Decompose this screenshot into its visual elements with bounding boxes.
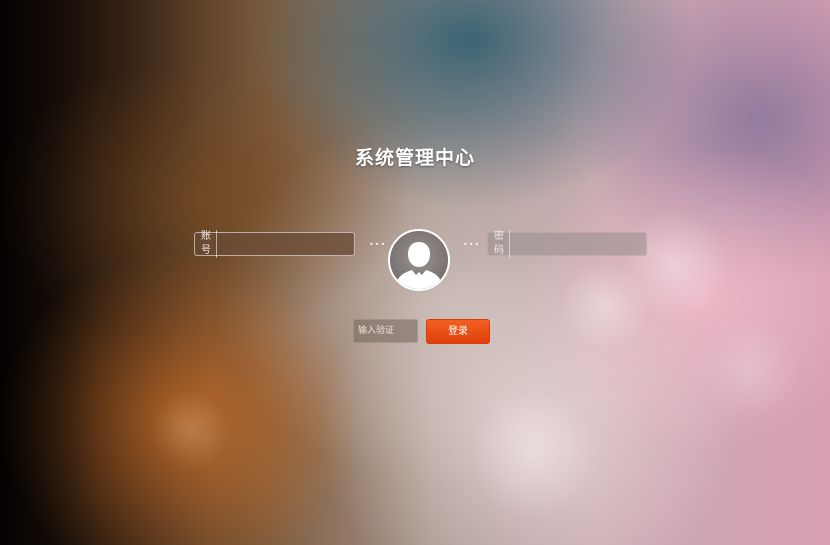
password-field[interactable]: 密码	[487, 230, 665, 258]
username-field[interactable]: 账号	[194, 230, 372, 258]
captcha-input[interactable]	[353, 319, 418, 343]
password-label: 密码	[488, 230, 510, 258]
login-button[interactable]: 登录	[426, 319, 490, 344]
page-title: 系统管理中心	[354, 147, 475, 169]
user-silhouette-icon	[395, 242, 443, 289]
username-label: 账号	[195, 230, 217, 258]
password-input[interactable]	[510, 233, 665, 255]
separator-dots-right: •••	[463, 240, 481, 249]
separator-dots-left: •••	[369, 240, 387, 249]
username-input[interactable]	[217, 233, 372, 255]
avatar	[388, 229, 450, 291]
